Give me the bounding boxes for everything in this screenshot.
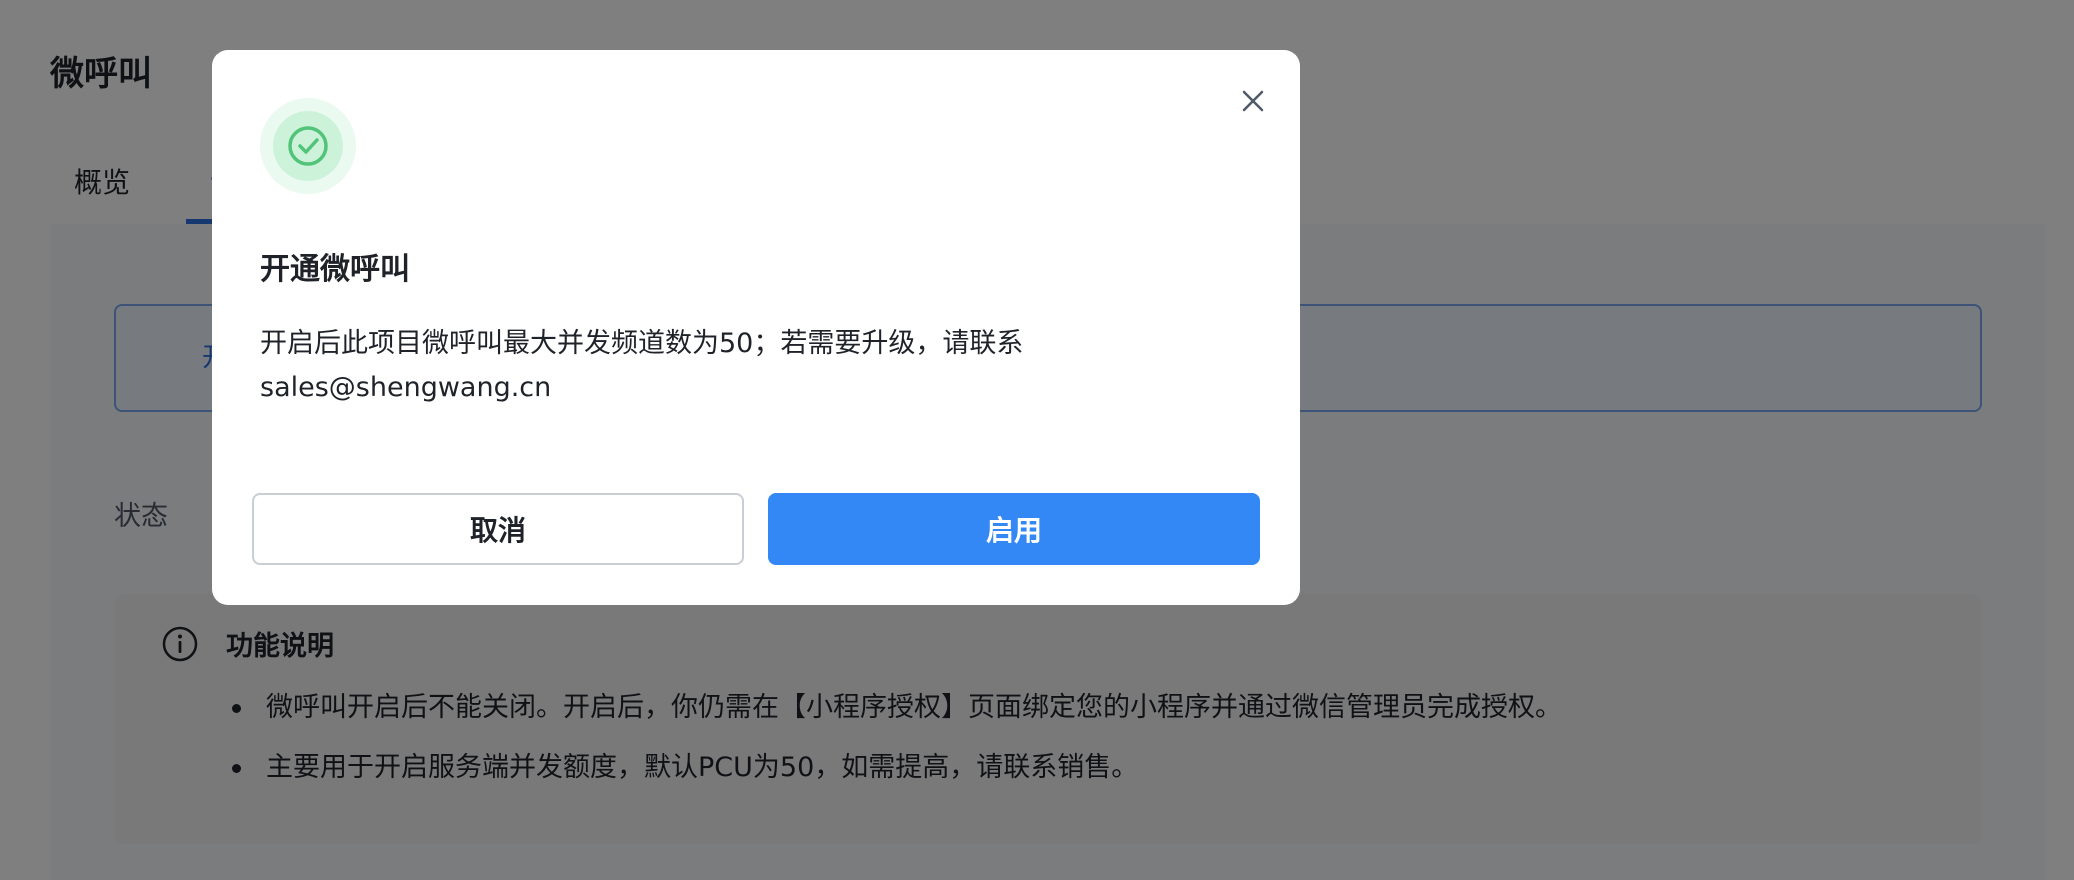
dialog-title: 开通微呼叫 xyxy=(260,252,410,287)
dialog-message: 开启后此项目微呼叫最大并发频道数为50；若需要升级，请联系 sales@shen… xyxy=(260,322,1250,410)
dialog-email: sales@shengwang.cn xyxy=(260,372,552,403)
cancel-button[interactable]: 取消 xyxy=(252,493,744,565)
close-icon[interactable] xyxy=(1232,80,1274,122)
enable-button[interactable]: 启用 xyxy=(768,493,1260,565)
dialog-message-line: 开启后此项目微呼叫最大并发频道数为50；若需要升级，请联系 xyxy=(260,328,1024,359)
enable-dialog: 开通微呼叫 开启后此项目微呼叫最大并发频道数为50；若需要升级，请联系 sale… xyxy=(212,50,1300,605)
check-circle-icon xyxy=(260,98,356,194)
